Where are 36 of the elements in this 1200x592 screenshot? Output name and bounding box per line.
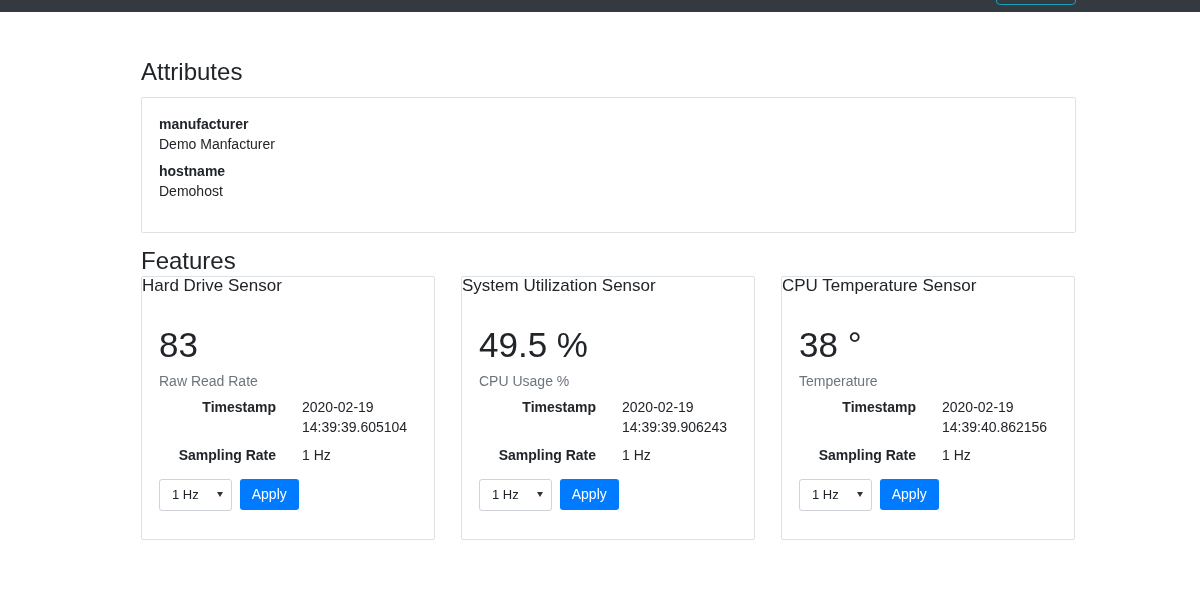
sensor-title: System Utilization Sensor: [462, 276, 657, 295]
rate-select[interactable]: 1 Hz: [159, 478, 232, 511]
caret-icon: [216, 492, 223, 498]
apply-button[interactable]: Apply: [239, 478, 299, 510]
field-label: Sampling Rate: [497, 445, 596, 465]
rate-select[interactable]: 1 Hz: [479, 478, 552, 511]
caret-icon: [856, 492, 863, 498]
sensor-title: CPU Temperature Sensor: [782, 276, 978, 295]
field-value: 2020-02-19 14:39:39.605104: [302, 397, 408, 437]
field-label: Sampling Rate: [817, 445, 916, 465]
field-label: Sampling Rate: [177, 445, 276, 465]
sensor-value: 49.5 %: [479, 324, 589, 365]
field-value: 1 Hz: [302, 445, 331, 465]
field-value: 1 Hz: [622, 445, 651, 465]
field-value: 2020-02-19 14:39:39.906243: [622, 397, 728, 437]
field-value: 1 Hz: [942, 445, 971, 465]
apply-button[interactable]: Apply: [559, 478, 619, 510]
attribute-name: hostname: [159, 161, 227, 181]
sensor-caption: Temperature: [799, 372, 879, 389]
field-label: Timestamp: [201, 397, 276, 417]
section-heading: Features: [141, 246, 237, 276]
attribute-value: Demohost: [159, 181, 224, 201]
field-value: 2020-02-19 14:39:40.862156: [942, 397, 1048, 437]
attribute-name: manufacturer: [159, 114, 250, 134]
attribute-value: Demo Manfacturer: [159, 134, 276, 154]
rate-select[interactable]: 1 Hz: [799, 478, 872, 511]
apply-button[interactable]: Apply: [879, 478, 939, 510]
sensor-value: 83: [159, 324, 199, 365]
field-label: Timestamp: [521, 397, 596, 417]
field-label: Timestamp: [841, 397, 916, 417]
sensor-title: Hard Drive Sensor: [142, 276, 283, 295]
sensor-value: 38 °: [799, 324, 863, 365]
section-heading: Attributes: [141, 58, 244, 87]
sensor-caption: CPU Usage %: [479, 372, 571, 389]
caret-icon: [536, 492, 543, 498]
sensor-caption: Raw Read Rate: [159, 372, 259, 389]
